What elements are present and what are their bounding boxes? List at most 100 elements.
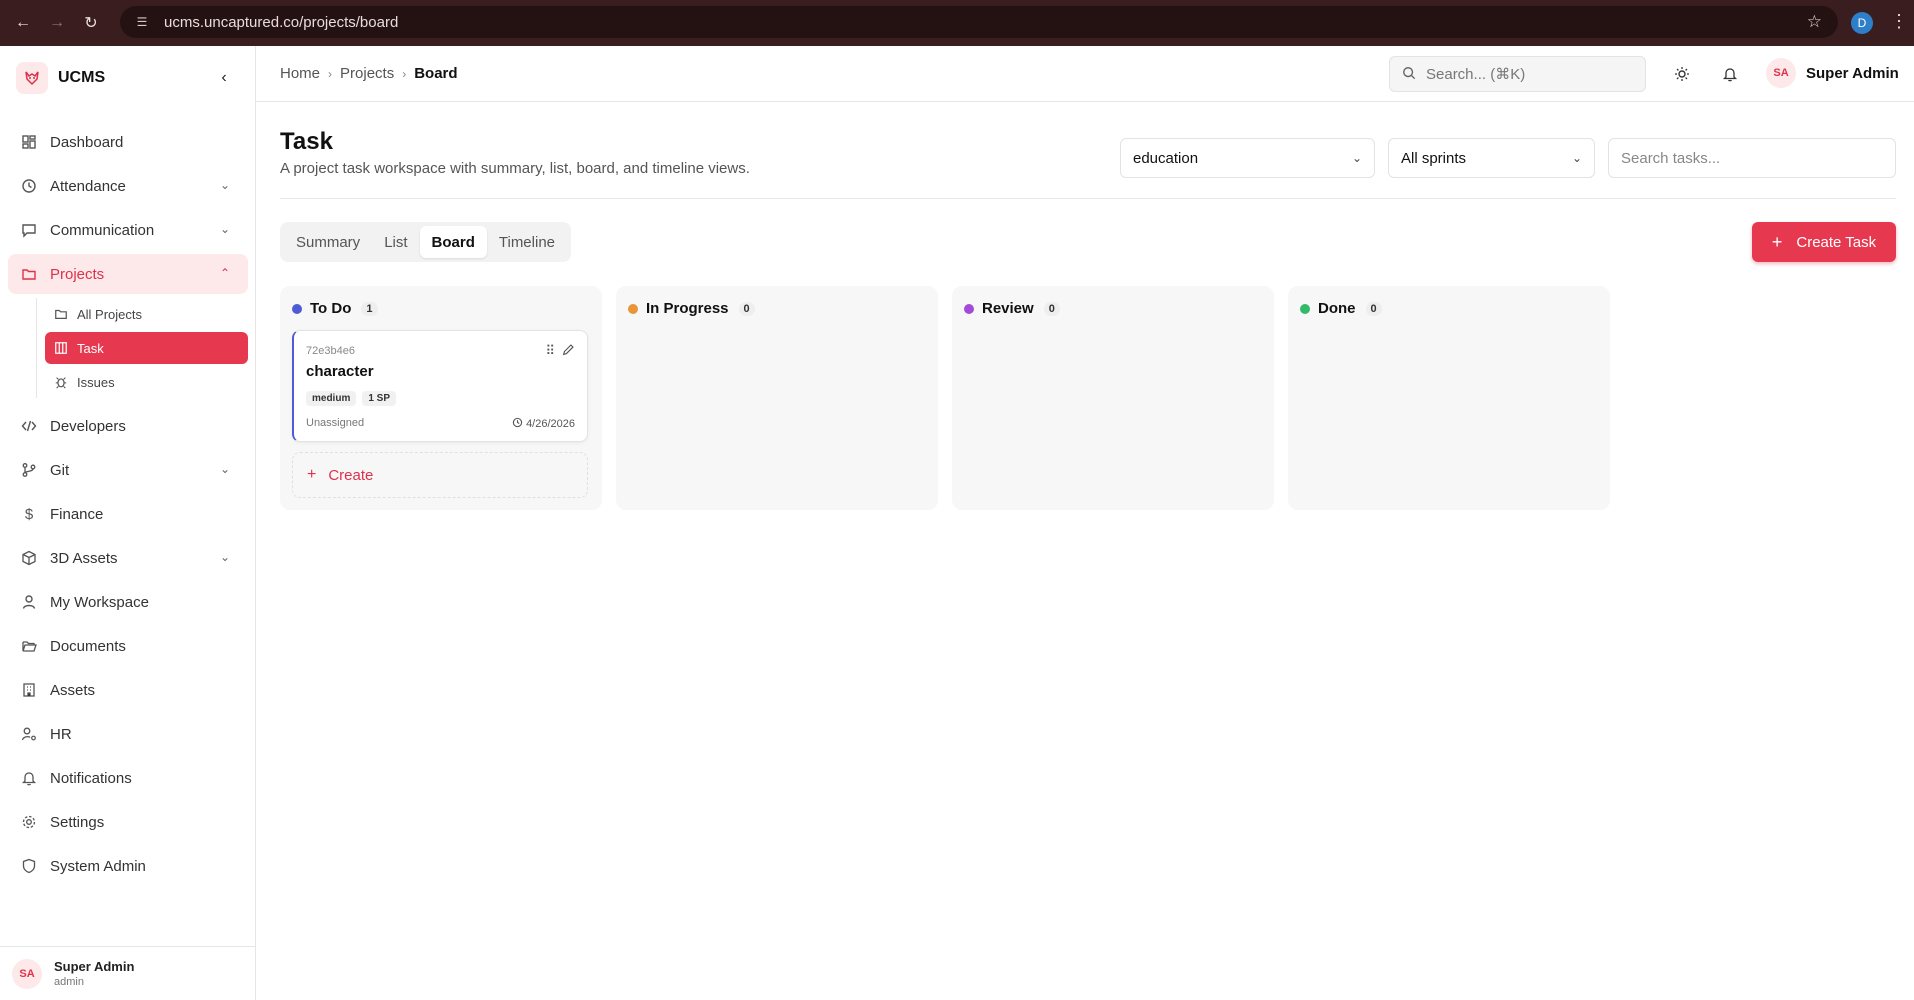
board-icon: [53, 340, 69, 356]
tab-summary[interactable]: Summary: [284, 226, 372, 258]
sidebar-item-3d-assets[interactable]: 3D Assets ⌄: [8, 538, 248, 578]
user-icon: [20, 593, 38, 611]
gear-icon: [20, 813, 38, 831]
column-title: Done: [1318, 300, 1356, 317]
sidebar-item-communication[interactable]: Communication ⌄: [8, 210, 248, 250]
breadcrumb-projects[interactable]: Projects: [340, 65, 394, 82]
chevron-down-icon: ⌄: [219, 222, 230, 236]
sidebar-item-label: Communication: [50, 221, 155, 239]
bookmark-star-icon[interactable]: ☆: [1807, 12, 1822, 32]
breadcrumb: Home › Projects › Board: [280, 65, 458, 82]
create-task-button[interactable]: + Create Task: [1752, 222, 1896, 262]
global-search-input[interactable]: Search... (⌘K): [1389, 56, 1646, 92]
page-title: Task: [280, 128, 333, 155]
create-task-inline-button[interactable]: + Create: [292, 452, 588, 498]
sidebar-item-assets[interactable]: Assets: [8, 670, 248, 710]
collapse-sidebar-icon[interactable]: ‹: [212, 66, 236, 90]
header-user-name: Super Admin: [1806, 64, 1899, 82]
breadcrumb-home[interactable]: Home: [280, 65, 320, 82]
sidebar-item-label: 3D Assets: [50, 549, 118, 567]
task-title: character: [306, 363, 374, 380]
sidebar-item-label: Finance: [50, 505, 104, 523]
building-icon: [20, 681, 38, 699]
column-title: To Do: [310, 300, 352, 317]
header-divider: [280, 198, 1896, 199]
project-select[interactable]: education ⌄: [1120, 138, 1375, 178]
pencil-icon[interactable]: [562, 343, 575, 359]
reload-icon[interactable]: ↻: [80, 12, 102, 34]
sidebar-item-developers[interactable]: Developers: [8, 406, 248, 446]
sidebar-item-label: Task: [77, 340, 104, 356]
cube-icon: [20, 549, 38, 567]
column-count: 1: [361, 301, 378, 316]
message-icon: [20, 221, 38, 239]
user-cog-icon: [20, 725, 38, 743]
status-dot: [1300, 303, 1310, 314]
sidebar-user[interactable]: SA Super Admin admin: [0, 946, 256, 1000]
clock-icon: [20, 177, 38, 195]
brand-name: UCMS: [58, 69, 106, 86]
sidebar-item-attendance[interactable]: Attendance ⌄: [8, 166, 248, 206]
project-select-value: education: [1133, 149, 1199, 167]
chevron-down-icon: ⌄: [219, 178, 230, 192]
board-column-todo: To Do 1 72e3b4e6 ⠿ character medium 1 SP…: [280, 286, 602, 510]
tab-timeline[interactable]: Timeline: [487, 226, 567, 258]
chevron-right-icon: ›: [328, 66, 333, 81]
bell-icon[interactable]: [1718, 62, 1742, 86]
browser-profile-avatar[interactable]: D: [1851, 12, 1873, 34]
folder-icon: [53, 306, 69, 322]
url-text[interactable]: ucms.uncaptured.co/projects/board: [164, 14, 398, 31]
code-icon: [20, 417, 38, 435]
forward-icon[interactable]: →: [46, 12, 68, 34]
chevron-down-icon: ⌄: [1571, 151, 1582, 165]
sidebar-item-hr[interactable]: HR: [8, 714, 248, 754]
task-due-date-value: 4/26/2026: [526, 418, 575, 430]
brand-logo-icon: [16, 62, 48, 94]
task-search-input[interactable]: Search tasks...: [1608, 138, 1896, 178]
sidebar-item-system-admin[interactable]: System Admin: [8, 846, 248, 886]
chevron-right-icon: ›: [402, 66, 407, 81]
page-subtitle: A project task workspace with summary, l…: [280, 160, 750, 177]
bell-icon: [20, 769, 38, 787]
drag-handle-icon[interactable]: ⠿: [545, 343, 555, 359]
site-settings-icon[interactable]: ☰: [132, 12, 152, 32]
sidebar-item-dashboard[interactable]: Dashboard: [8, 122, 248, 162]
tab-list[interactable]: List: [372, 226, 419, 258]
sidebar-item-notifications[interactable]: Notifications: [8, 758, 248, 798]
browser-toolbar: ← → ↻ ☰ ucms.uncaptured.co/projects/boar…: [0, 0, 1914, 46]
brand[interactable]: UCMS: [16, 62, 105, 94]
back-icon[interactable]: ←: [12, 12, 34, 34]
folder-icon: [20, 265, 38, 283]
plus-icon: +: [1771, 231, 1783, 252]
sidebar-item-my-workspace[interactable]: My Workspace: [8, 582, 248, 622]
sidebar-item-finance[interactable]: $ Finance: [8, 494, 248, 534]
chevron-up-icon: ⌃: [219, 266, 230, 280]
sidebar-item-label: All Projects: [77, 306, 143, 322]
sidebar-item-documents[interactable]: Documents: [8, 626, 248, 666]
sidebar-item-label: Settings: [50, 813, 105, 831]
priority-badge: medium: [306, 391, 357, 406]
sprint-select[interactable]: All sprints ⌄: [1388, 138, 1595, 178]
chevron-down-icon: ⌄: [219, 550, 230, 564]
task-search-placeholder: Search tasks...: [1621, 149, 1721, 167]
address-bar[interactable]: ☰ ucms.uncaptured.co/projects/board ☆: [120, 6, 1838, 38]
sidebar-item-all-projects[interactable]: All Projects: [45, 298, 248, 330]
task-card[interactable]: 72e3b4e6 ⠿ character medium 1 SP Unassig…: [292, 330, 588, 442]
sidebar-item-git[interactable]: Git ⌄: [8, 450, 248, 490]
tab-board[interactable]: Board: [419, 226, 487, 258]
bug-icon: [53, 374, 69, 390]
theme-toggle-icon[interactable]: [1670, 62, 1694, 86]
sidebar-item-projects[interactable]: Projects ⌃: [8, 254, 248, 294]
sidebar-item-label: Assets: [50, 681, 96, 699]
header-user-menu[interactable]: SA Super Admin: [1766, 58, 1899, 88]
sidebar-nav: Dashboard Attendance ⌄ Communication ⌄ P…: [8, 122, 248, 890]
browser-menu-icon[interactable]: ⋮: [1890, 11, 1908, 32]
sidebar-item-issues[interactable]: Issues: [45, 366, 248, 398]
create-task-label: Create Task: [1796, 233, 1877, 251]
sidebar-item-settings[interactable]: Settings: [8, 802, 248, 842]
sidebar: UCMS ‹ Dashboard Attendance ⌄ Communicat…: [0, 46, 256, 1000]
column-title: Review: [982, 300, 1034, 317]
column-title: In Progress: [646, 300, 729, 317]
sidebar-item-task[interactable]: Task: [45, 332, 248, 364]
chevron-down-icon: ⌄: [1351, 151, 1362, 165]
